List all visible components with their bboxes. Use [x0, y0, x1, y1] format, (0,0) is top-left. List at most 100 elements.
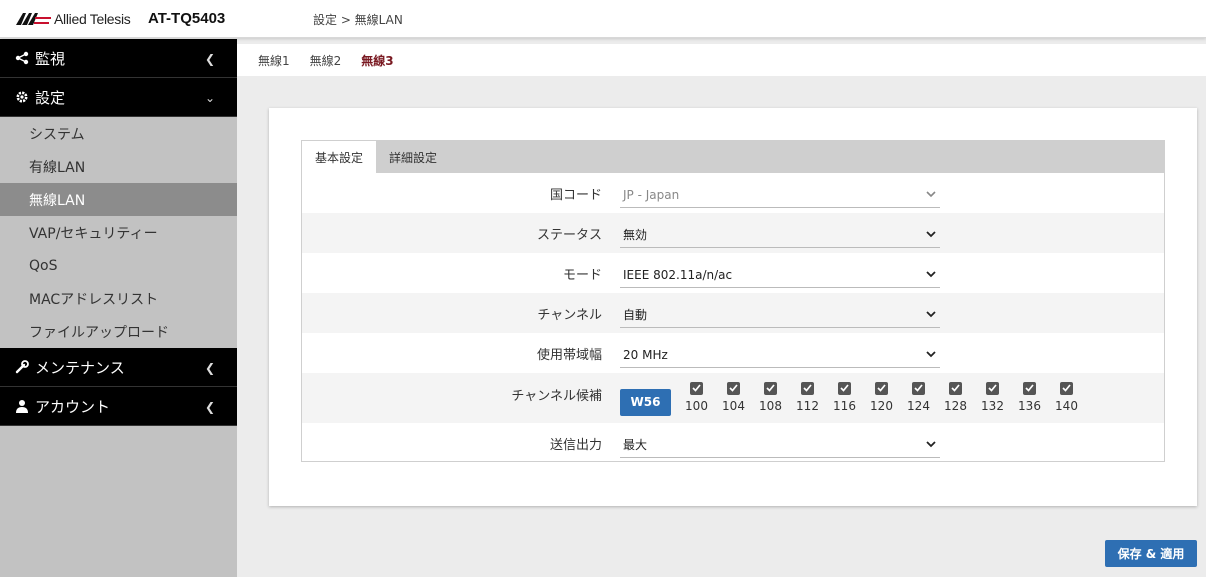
wrench-icon [14, 359, 30, 375]
chevron-left-icon: ❮ [204, 361, 215, 375]
mode-value: IEEE 802.11a/n/ac [623, 267, 733, 282]
nav-group-label: アカウント [35, 397, 111, 416]
subtab-basic[interactable]: 基本設定 [302, 141, 377, 173]
channel-checkbox-item[interactable]: 128 [937, 381, 974, 413]
row-channel: チャンネル 自動 [302, 293, 1164, 333]
status-select[interactable]: 無効 [620, 222, 940, 248]
country-value: JP - Japan [623, 187, 680, 202]
row-mode: モード IEEE 802.11a/n/ac [302, 253, 1164, 293]
channel-number: 140 [1055, 398, 1078, 413]
chevron-down-icon [925, 349, 937, 361]
mode-select[interactable]: IEEE 802.11a/n/ac [620, 262, 940, 288]
checkbox-checked-icon[interactable] [875, 381, 888, 395]
breadcrumb: 設定 > 無線LAN [313, 13, 403, 27]
channel-checkbox-item[interactable]: 124 [900, 381, 937, 413]
channel-checkbox-item[interactable]: 140 [1048, 381, 1085, 413]
row-tx-power: 送信出力 最大 [302, 423, 1164, 463]
tx-power-label: 送信出力 [549, 437, 602, 453]
channel-checkbox-item[interactable]: 100 [678, 381, 715, 413]
channel-checkbox-item[interactable]: 136 [1011, 381, 1048, 413]
subtab-advanced[interactable]: 詳細設定 [376, 141, 450, 173]
user-icon [14, 398, 30, 414]
channel-number: 124 [907, 398, 930, 413]
sidebar-item-vap-security[interactable]: VAP/セキュリティー [0, 216, 237, 249]
sidebar-item-wired-lan[interactable]: 有線LAN [0, 150, 237, 183]
row-bandwidth: 使用帯域幅 20 MHz [302, 333, 1164, 373]
bandwidth-select[interactable]: 20 MHz [620, 342, 940, 368]
country-label: 国コード [549, 187, 602, 203]
checkbox-checked-icon[interactable] [912, 381, 925, 395]
channel-checkbox-list: 100 104 108 112 116 120 124 128 132 136 140 [678, 381, 1085, 413]
channel-number: 108 [759, 398, 782, 413]
share-icon [14, 50, 30, 66]
candidates-label: チャンネル候補 [511, 388, 602, 404]
row-channel-candidates: チャンネル候補 W56 100 104 108 112 116 120 124 128 132 1… [302, 373, 1164, 423]
chevron-down-icon [925, 269, 937, 281]
tab-radio-2[interactable]: 無線2 [300, 44, 352, 76]
channel-checkbox-item[interactable]: 112 [789, 381, 826, 413]
channel-number: 120 [870, 398, 893, 413]
channel-checkbox-item[interactable]: 132 [974, 381, 1011, 413]
nav-group-label: 監視 [35, 49, 66, 68]
nav-group-maintenance[interactable]: メンテナンス ❮ [0, 348, 237, 387]
tab-radio-1[interactable]: 無線1 [248, 44, 300, 76]
mode-label: モード [562, 267, 602, 283]
chevron-left-icon: ❮ [204, 400, 215, 414]
brand-name: Allied Telesis [54, 11, 131, 27]
checkbox-checked-icon[interactable] [838, 381, 851, 395]
nav-group-monitor[interactable]: 監視 ❮ [0, 39, 237, 78]
channel-number: 128 [944, 398, 967, 413]
save-apply-button[interactable]: 保存 & 適用 [1105, 540, 1197, 567]
channel-candidates: W56 100 104 108 112 116 120 124 128 132 136 140 [620, 381, 1085, 416]
channel-label: チャンネル [537, 307, 602, 323]
device-model: AT-TQ5403 [148, 10, 226, 27]
tx-power-value: 最大 [623, 438, 648, 452]
tx-power-select[interactable]: 最大 [620, 432, 940, 458]
tab-radio-3[interactable]: 無線3 [351, 44, 404, 76]
channel-checkbox-item[interactable]: 104 [715, 381, 752, 413]
channel-checkbox-item[interactable]: 116 [826, 381, 863, 413]
settings-panel: 基本設定 詳細設定 国コード JP - Japan ステータス 無効 モード I… [269, 108, 1197, 506]
checkbox-checked-icon[interactable] [986, 381, 999, 395]
checkbox-checked-icon[interactable] [1060, 381, 1073, 395]
nav-group-account[interactable]: アカウント ❮ [0, 387, 237, 426]
checkbox-checked-icon[interactable] [764, 381, 777, 395]
channel-checkbox-item[interactable]: 108 [752, 381, 789, 413]
row-country: 国コード JP - Japan [302, 173, 1164, 213]
checkbox-checked-icon[interactable] [949, 381, 962, 395]
checkbox-checked-icon[interactable] [1023, 381, 1036, 395]
bandwidth-label: 使用帯域幅 [536, 347, 602, 363]
chevron-down-icon: ⌄ [204, 91, 215, 105]
allied-telesis-logo-icon [16, 13, 51, 25]
gear-icon [14, 89, 30, 105]
chevron-left-icon: ❮ [204, 52, 215, 66]
bandwidth-value: 20 MHz [623, 347, 668, 362]
sidebar-item-qos[interactable]: QoS [0, 249, 237, 282]
channel-select[interactable]: 自動 [620, 302, 940, 328]
nav-group-settings[interactable]: 設定 ⌄ [0, 78, 237, 117]
channel-number: 100 [685, 398, 708, 413]
sidebar-item-system[interactable]: システム [0, 117, 237, 150]
nav-group-label: メンテナンス [35, 358, 125, 377]
channel-number: 136 [1018, 398, 1041, 413]
checkbox-checked-icon[interactable] [690, 381, 703, 395]
nav-group-label: 設定 [35, 88, 66, 107]
sidebar-item-file-upload[interactable]: ファイルアップロード [0, 315, 237, 348]
chevron-down-icon [925, 229, 937, 241]
sidebar-item-wireless-lan[interactable]: 無線LAN [0, 183, 237, 216]
checkbox-checked-icon[interactable] [801, 381, 814, 395]
status-value: 無効 [623, 228, 648, 242]
row-status: ステータス 無効 [302, 213, 1164, 253]
top-header: Allied Telesis AT-TQ5403 設定 > 無線LAN [0, 0, 1206, 38]
sidebar-item-mac-list[interactable]: MACアドレスリスト [0, 282, 237, 315]
radio-tabs: 無線1 無線2 無線3 [237, 44, 1206, 76]
channel-checkbox-item[interactable]: 120 [863, 381, 900, 413]
settings-form: 基本設定 詳細設定 国コード JP - Japan ステータス 無効 モード I… [301, 140, 1165, 462]
country-select[interactable]: JP - Japan [620, 182, 940, 208]
status-label: ステータス [536, 227, 602, 243]
channel-value: 自動 [623, 308, 648, 322]
channel-number: 112 [796, 398, 819, 413]
w56-button[interactable]: W56 [620, 388, 671, 416]
channel-number: 104 [722, 398, 745, 413]
checkbox-checked-icon[interactable] [727, 381, 740, 395]
